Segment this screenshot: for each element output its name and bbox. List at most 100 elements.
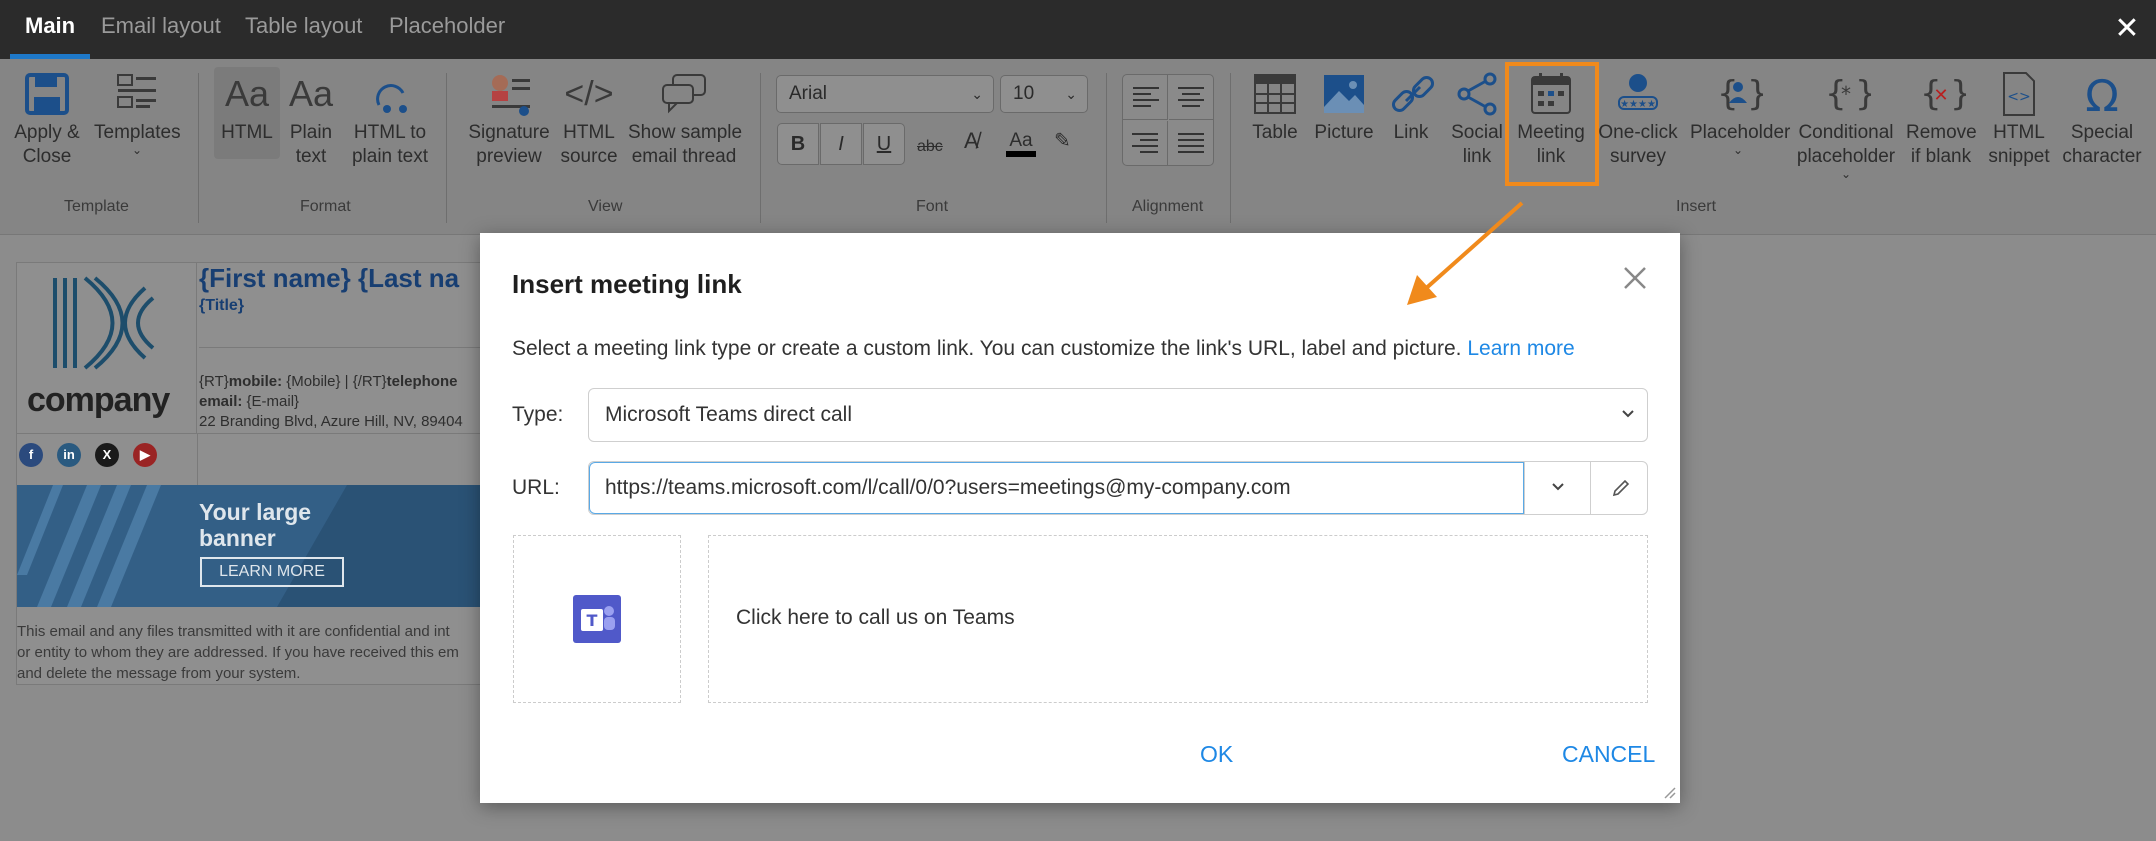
insert-remove-if-blank-button[interactable]: {}✕ Remove if blank <box>1906 71 1977 169</box>
snippet-label-2: snippet <box>1988 146 2050 167</box>
group-label-template: Template <box>64 198 129 215</box>
highlighter-icon: ✎ <box>1054 130 1071 152</box>
signature-preview-icon <box>492 75 530 116</box>
insert-social-link-button[interactable]: Social link <box>1450 71 1504 169</box>
underline-button[interactable]: U <box>863 123 905 165</box>
insert-conditional-placeholder-button[interactable]: {}* Conditional placeholder ⌄ <box>1796 71 1896 180</box>
align-right-button[interactable] <box>1123 121 1168 166</box>
type-label: Type: <box>512 403 564 426</box>
html-source-button[interactable]: </> HTML source <box>560 71 618 169</box>
apply-close-button[interactable]: Apply & Close <box>12 71 82 169</box>
align-left-button[interactable] <box>1123 75 1168 120</box>
html-to-plain-button[interactable]: HTML to plain text <box>348 71 432 169</box>
close-icon[interactable]: ✕ <box>2112 14 2142 44</box>
font-size-select[interactable]: 10 ⌄ <box>1000 75 1088 113</box>
linkedin-icon: in <box>57 443 81 467</box>
type-select[interactable]: Microsoft Teams direct call <box>588 388 1648 442</box>
tab-main[interactable]: Main <box>10 0 91 59</box>
type-value: Microsoft Teams direct call <box>605 403 853 426</box>
resize-handle-icon[interactable] <box>1662 785 1676 799</box>
insert-link-button[interactable]: Link <box>1388 71 1435 145</box>
divider <box>197 433 198 485</box>
cancel-button[interactable]: CANCEL <box>1562 741 1655 768</box>
thread-label-1: Show sample <box>628 122 743 143</box>
show-email-thread-button[interactable]: Show sample email thread <box>628 71 743 169</box>
survey-icon: ★★★★ <box>1618 74 1658 110</box>
insert-one-click-survey-button[interactable]: ★★★★ One-click survey <box>1598 71 1678 169</box>
snippet-label-1: HTML <box>1993 122 2045 143</box>
align-center-button[interactable] <box>1169 75 1214 120</box>
insert-placeholder-button[interactable]: {} Placeholder ⌄ <box>1690 71 1790 156</box>
italic-button[interactable]: I <box>820 123 862 165</box>
top-tab-bar: Main Email layout Table layout Placehold… <box>0 0 2156 59</box>
x-icon: X <box>95 443 119 467</box>
svg-text:}: } <box>1747 74 1763 114</box>
cond-label-2: placeholder <box>1796 146 1896 167</box>
remove-label-1: Remove <box>1906 122 1977 143</box>
insert-table-button[interactable]: Table <box>1248 71 1302 145</box>
url-edit-button[interactable] <box>1590 462 1648 514</box>
email-value: {E-mail} <box>242 393 300 410</box>
ribbon-separator <box>198 73 199 223</box>
company-logo-icon <box>53 276 155 370</box>
link-label-box[interactable]: Click here to call us on Teams <box>708 535 1648 703</box>
templates-label: Templates <box>94 122 181 143</box>
insert-special-character-button[interactable]: Ω Special character <box>2062 71 2142 169</box>
remove-if-blank-icon: {}✕ <box>1920 74 1966 114</box>
tab-table-layout[interactable]: Table layout <box>230 0 377 59</box>
svg-text:}: } <box>1950 74 1966 114</box>
url-input[interactable]: https://teams.microsoft.com/l/call/0/0?u… <box>589 462 1524 514</box>
align-justify-icon <box>1178 133 1204 153</box>
html-format-label: HTML <box>221 122 273 143</box>
bold-button[interactable]: B <box>777 123 819 165</box>
plain-label-2: text <box>295 146 327 167</box>
ok-button[interactable]: OK <box>1200 741 1233 768</box>
logo-wordmark: company <box>27 381 170 419</box>
align-justify-button[interactable] <box>1169 121 1214 166</box>
link-picture-box[interactable]: T <box>513 535 681 703</box>
insert-html-snippet-button[interactable]: <> HTML snippet <box>1986 71 2052 169</box>
html2plain-label-1: HTML to <box>353 122 427 143</box>
apply-close-label-2: Close <box>22 146 72 167</box>
tab-email-layout[interactable]: Email layout <box>86 0 236 59</box>
survey-label-2: survey <box>1610 146 1666 167</box>
align-right-icon <box>1132 133 1158 153</box>
ribbon: Apply & Close Templates ⌄ Template Aa HT… <box>0 59 2156 235</box>
banner-text: Your large banner <box>199 499 311 551</box>
link-icon <box>1391 75 1435 113</box>
format-plain-text-button[interactable]: Aa Plain text <box>286 71 336 169</box>
html-format-icon: Aa <box>224 73 270 114</box>
link-label: Link <box>1393 122 1429 143</box>
logo-cell: company <box>17 263 197 433</box>
disclaimer-line-1: This email and any files transmitted wit… <box>17 623 450 640</box>
font-color-button[interactable]: Aa <box>1006 129 1036 157</box>
pencil-icon <box>1612 479 1630 497</box>
special-label-2: character <box>2062 146 2142 167</box>
strikethrough-button[interactable]: abc <box>917 135 943 159</box>
ribbon-separator <box>446 73 447 223</box>
svg-text:Ω: Ω <box>2085 71 2119 117</box>
highlight-box <box>1505 62 1599 186</box>
survey-label-1: One-click <box>1598 122 1678 143</box>
clear-format-button[interactable]: A̸ <box>964 129 979 153</box>
special-label-1: Special <box>2070 122 2134 143</box>
insert-picture-button[interactable]: Picture <box>1314 71 1374 145</box>
ribbon-separator <box>1106 73 1107 223</box>
url-dropdown-button[interactable] <box>1524 462 1590 514</box>
banner: Your large banner LEARN MORE <box>17 485 505 607</box>
insert-meeting-link-dialog: Insert meeting link Select a meeting lin… <box>480 233 1680 803</box>
disclaimer-line-3: and delete the message from your system. <box>17 665 301 682</box>
tab-placeholder[interactable]: Placeholder <box>374 0 520 59</box>
html2plain-label-2: plain text <box>351 146 429 167</box>
close-icon[interactable] <box>1620 263 1650 293</box>
highlight-button[interactable]: ✎ <box>1054 129 1071 153</box>
learn-more-link[interactable]: Learn more <box>1467 337 1574 360</box>
banner-line-2: banner <box>199 525 276 551</box>
signature-address: 22 Branding Blvd, Azure Hill, NV, 89404 <box>199 413 463 430</box>
signature-preview-button[interactable]: Signature preview <box>462 71 556 169</box>
font-family-select[interactable]: Arial ⌄ <box>776 75 994 113</box>
mobile-value: {Mobile} | {/RT} <box>282 373 387 390</box>
social-label-1: Social <box>1451 122 1503 143</box>
templates-button[interactable]: Templates ⌄ <box>94 71 181 156</box>
format-html-button[interactable]: Aa HTML <box>214 67 280 159</box>
